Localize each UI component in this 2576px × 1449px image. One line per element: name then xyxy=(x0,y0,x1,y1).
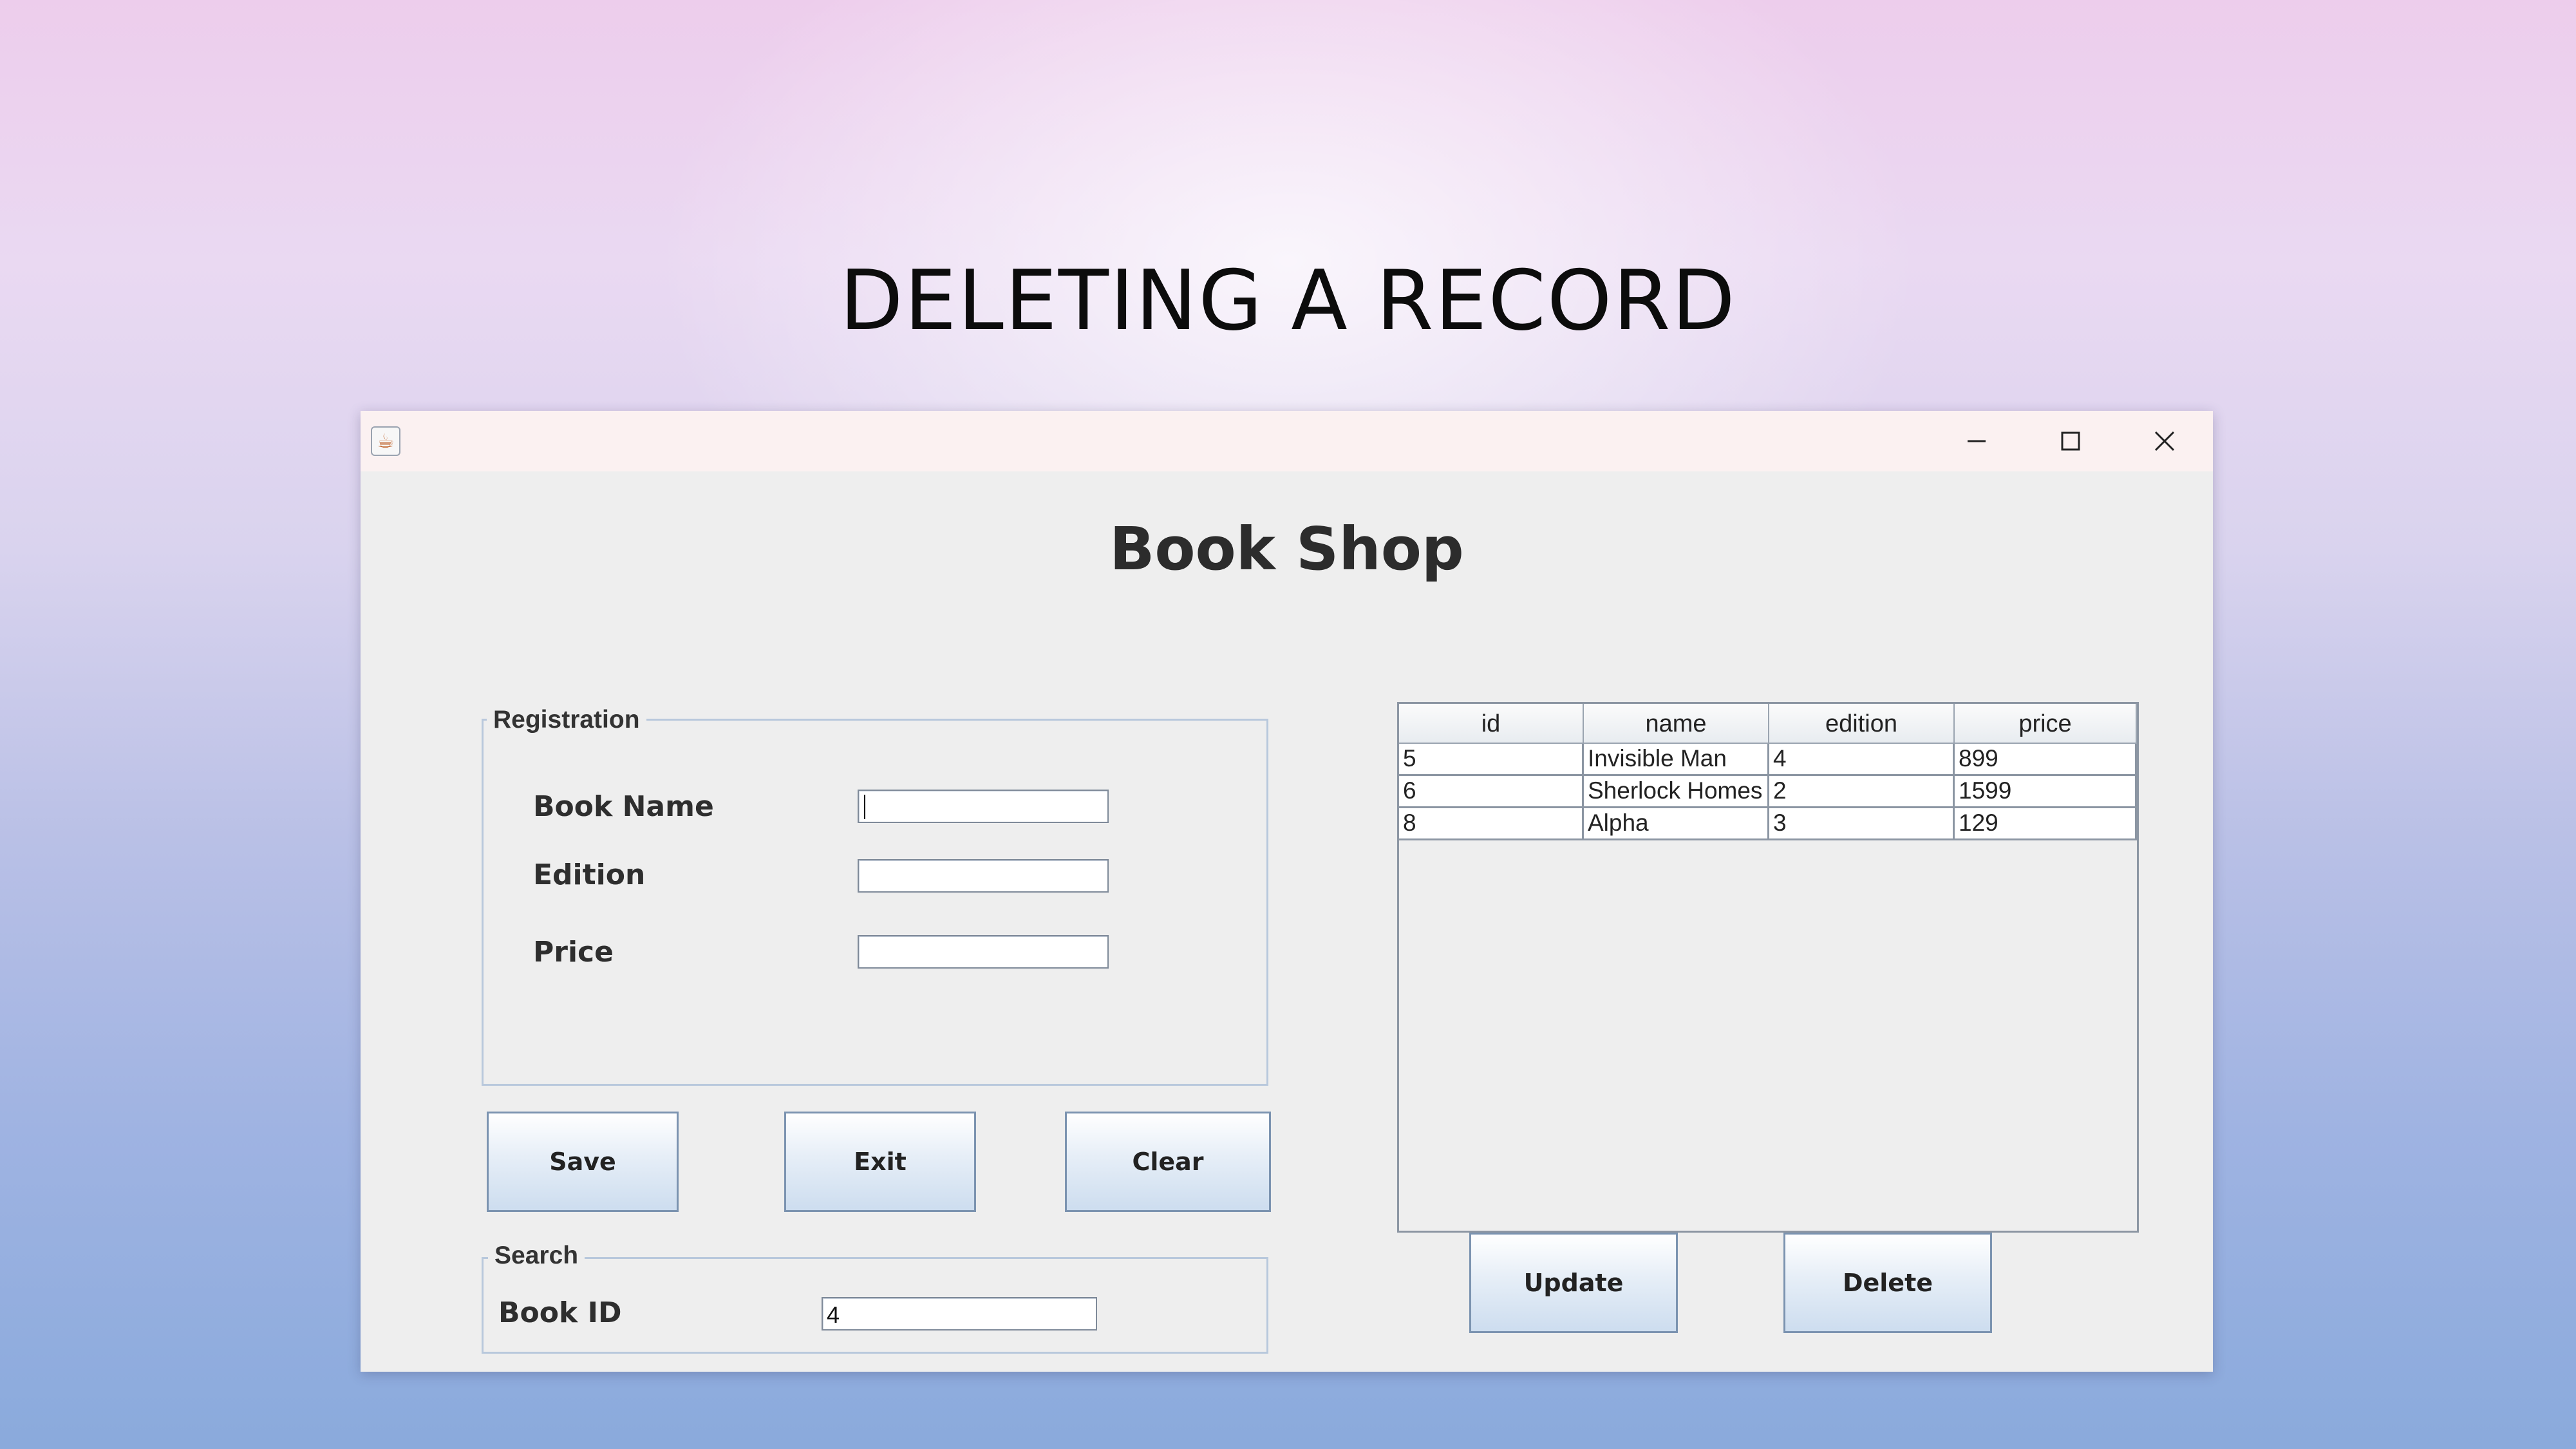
slide-title: DELETING A RECORD xyxy=(840,253,1736,349)
table-cell[interactable]: 6 xyxy=(1399,776,1584,808)
maximize-button[interactable] xyxy=(2038,420,2103,462)
table-cell[interactable]: 5 xyxy=(1399,744,1584,776)
table-row[interactable]: 6 Sherlock Homes 2 1599 xyxy=(1399,776,2137,808)
price-field[interactable] xyxy=(858,935,1109,969)
book-name-label: Book Name xyxy=(533,790,714,823)
delete-button[interactable]: Delete xyxy=(1783,1233,1992,1333)
price-label: Price xyxy=(533,936,614,969)
app-window: ☕ Book Shop Registration Book Name Editi… xyxy=(361,411,2213,1372)
column-header-edition[interactable]: edition xyxy=(1769,704,1955,744)
edition-label: Edition xyxy=(533,858,646,891)
table-cell[interactable]: Alpha xyxy=(1584,808,1769,840)
table-row[interactable]: 8 Alpha 3 129 xyxy=(1399,808,2137,840)
java-cup-icon: ☕ xyxy=(371,426,400,456)
update-button[interactable]: Update xyxy=(1469,1233,1678,1333)
minimize-button[interactable] xyxy=(1944,420,2009,462)
minimize-icon xyxy=(1968,440,1986,442)
maximize-icon xyxy=(2061,431,2080,451)
column-header-id[interactable]: id xyxy=(1399,704,1584,744)
registration-legend: Registration xyxy=(487,706,646,734)
app-title: Book Shop xyxy=(1109,515,1464,583)
table-cell[interactable]: Invisible Man xyxy=(1584,744,1769,776)
table-cell[interactable]: 899 xyxy=(1955,744,2137,776)
table-cell[interactable]: Sherlock Homes xyxy=(1584,776,1769,808)
table-header: id name edition price xyxy=(1399,704,2137,744)
book-name-field[interactable] xyxy=(858,790,1109,823)
table-cell[interactable]: 4 xyxy=(1769,744,1955,776)
table-cell[interactable]: 2 xyxy=(1769,776,1955,808)
edition-field[interactable] xyxy=(858,859,1109,893)
book-id-field[interactable]: 4 xyxy=(822,1297,1097,1331)
table-row[interactable]: 5 Invisible Man 4 899 xyxy=(1399,744,2137,776)
book-id-label: Book ID xyxy=(498,1296,622,1329)
clear-button[interactable]: Clear xyxy=(1065,1112,1271,1212)
column-header-name[interactable]: name xyxy=(1584,704,1769,744)
close-icon xyxy=(2154,431,2175,451)
table-cell[interactable]: 1599 xyxy=(1955,776,2137,808)
text-caret xyxy=(864,795,865,819)
window-titlebar[interactable]: ☕ xyxy=(361,411,2213,471)
search-legend: Search xyxy=(488,1242,585,1270)
registration-group xyxy=(482,719,1268,1086)
column-header-price[interactable]: price xyxy=(1955,704,2137,744)
table-cell[interactable]: 8 xyxy=(1399,808,1584,840)
close-button[interactable] xyxy=(2132,420,2197,462)
books-table[interactable]: id name edition price 5 Invisible Man 4 … xyxy=(1397,702,2139,1233)
exit-button[interactable]: Exit xyxy=(784,1112,976,1212)
save-button[interactable]: Save xyxy=(487,1112,679,1212)
table-cell[interactable]: 129 xyxy=(1955,808,2137,840)
table-cell[interactable]: 3 xyxy=(1769,808,1955,840)
